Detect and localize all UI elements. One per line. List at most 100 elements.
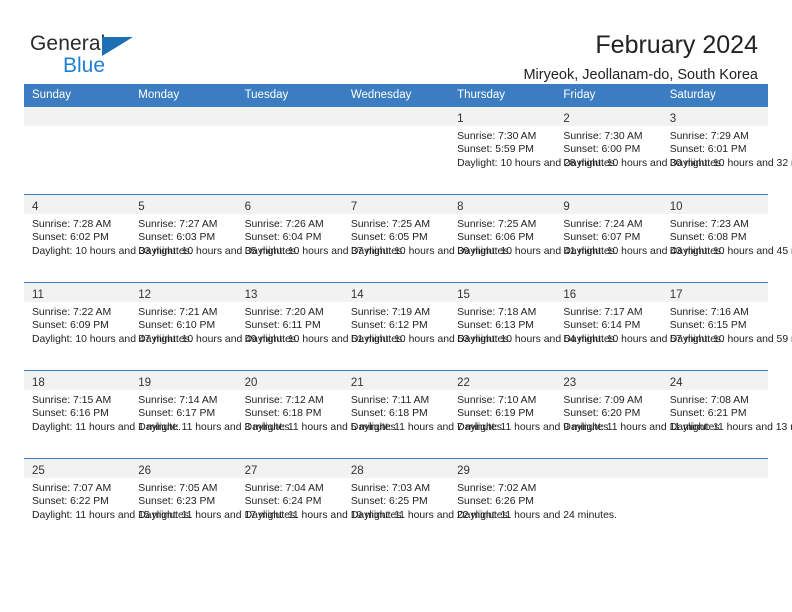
day-cell-inner: 21 Sunrise: 7:11 AM Sunset: 6:18 PM Dayligh… [342, 371, 505, 458]
calendar-day-cell[interactable]: 20 Sunrise: 7:12 AM Sunset: 6:18 PM Dayligh… [236, 370, 399, 459]
calendar-day-cell[interactable]: 8 Sunrise: 7:25 AM Sunset: 6:06 PM Daylight… [449, 194, 618, 283]
logo-text-general: General [30, 32, 106, 55]
daylight-text: Daylight: 10 hours and 32 minutes. [669, 157, 792, 169]
sunrise-text: Sunrise: 7:12 AM [244, 395, 324, 406]
calendar-day-cell[interactable]: 3 Sunrise: 7:29 AM Sunset: 6:01 PM Daylight… [661, 106, 792, 195]
day-number-band [661, 459, 768, 478]
day-cell-inner: 20 Sunrise: 7:12 AM Sunset: 6:18 PM Dayligh… [236, 371, 399, 458]
day-number-band [342, 107, 450, 126]
day-details: Sunrise: 7:21 AM Sunset: 6:10 PM Daylight:… [130, 302, 299, 346]
day-details: Sunrise: 7:25 AM Sunset: 6:05 PM Daylight:… [343, 214, 512, 258]
calendar-day-cell[interactable]: 13 Sunrise: 7:20 AM Sunset: 6:11 PM Dayligh… [236, 282, 405, 371]
daylight-text: Daylight: 11 hours and 1 minute. [32, 421, 181, 433]
calendar-day-cell[interactable]: 14 Sunrise: 7:19 AM Sunset: 6:12 PM Dayligh… [342, 282, 512, 371]
daylight-text: Daylight: 11 hours and 13 minutes. [669, 421, 792, 433]
day-cell-inner: 27 Sunrise: 7:04 AM Sunset: 6:24 PM Dayligh… [236, 459, 405, 547]
calendar-day-cell-empty [555, 458, 662, 547]
day-cell-inner: 10 Sunrise: 7:23 AM Sunset: 6:08 PM Dayligh… [661, 195, 792, 282]
logo-triangle-icon [102, 37, 133, 56]
weekday-header-friday: Friday [555, 84, 662, 107]
sunrise-text: Sunrise: 7:21 AM [138, 307, 218, 318]
sunrise-text: Sunrise: 7:02 AM [457, 483, 537, 494]
day-number: 24 [669, 377, 683, 389]
sunset-text: Sunset: 6:07 PM [563, 232, 641, 244]
sunrise-text: Sunrise: 7:09 AM [563, 395, 643, 406]
calendar-day-cell[interactable]: 22 Sunrise: 7:10 AM Sunset: 6:19 PM Dayligh… [449, 370, 612, 459]
calendar-day-cell[interactable]: 1 Sunrise: 7:30 AM Sunset: 5:59 PM Daylight… [449, 106, 618, 195]
day-cell-inner: 4 Sunrise: 7:28 AM Sunset: 6:02 PM Daylight… [24, 195, 193, 282]
calendar-day-cell[interactable]: 29 Sunrise: 7:02 AM Sunset: 6:26 PM Dayligh… [449, 458, 617, 547]
daylight-text: Daylight: 11 hours and 22 minutes. [350, 509, 511, 521]
day-details: Sunrise: 7:22 AM Sunset: 6:09 PM Daylight:… [24, 302, 193, 346]
sunrise-text: Sunrise: 7:11 AM [350, 395, 430, 406]
calendar-day-cell[interactable]: 26 Sunrise: 7:05 AM Sunset: 6:23 PM Dayligh… [130, 458, 298, 547]
calendar-week-row: 18 Sunrise: 7:15 AM Sunset: 6:16 PM Dayligh… [24, 370, 792, 459]
calendar-day-cell[interactable]: 24 Sunrise: 7:08 AM Sunset: 6:21 PM Dayligh… [661, 370, 792, 459]
sunrise-text: Sunrise: 7:18 AM [457, 307, 537, 318]
day-details: Sunrise: 7:05 AM Sunset: 6:23 PM Daylight:… [130, 478, 298, 522]
day-number: 6 [244, 201, 251, 213]
daylight-text: Daylight: 10 hours and 49 minutes. [138, 333, 299, 345]
sunset-text: Sunset: 6:01 PM [669, 144, 747, 156]
calendar-day-cell[interactable]: 7 Sunrise: 7:25 AM Sunset: 6:05 PM Daylight… [342, 194, 512, 283]
daylight-text: Daylight: 10 hours and 43 minutes. [563, 245, 724, 257]
calendar-day-cell[interactable]: 16 Sunrise: 7:17 AM Sunset: 6:14 PM Dayligh… [555, 282, 724, 371]
calendar-day-cell[interactable]: 27 Sunrise: 7:04 AM Sunset: 6:24 PM Dayligh… [236, 458, 405, 547]
day-number: 25 [32, 465, 45, 477]
calendar-day-cell[interactable]: 5 Sunrise: 7:27 AM Sunset: 6:03 PM Daylight… [130, 194, 299, 283]
day-details: Sunrise: 7:17 AM Sunset: 6:14 PM Daylight:… [555, 302, 724, 346]
day-number: 8 [457, 201, 464, 213]
calendar-day-cell[interactable]: 18 Sunrise: 7:15 AM Sunset: 6:16 PM Dayligh… [24, 370, 181, 459]
day-details: Sunrise: 7:25 AM Sunset: 6:06 PM Daylight:… [449, 214, 618, 258]
calendar-day-cell[interactable]: 19 Sunrise: 7:14 AM Sunset: 6:17 PM Dayligh… [130, 370, 292, 459]
calendar-day-cell[interactable]: 4 Sunrise: 7:28 AM Sunset: 6:02 PM Daylight… [24, 194, 193, 283]
calendar-day-cell[interactable]: 25 Sunrise: 7:07 AM Sunset: 6:22 PM Dayligh… [24, 458, 192, 547]
sunset-text: Sunset: 6:20 PM [563, 408, 641, 420]
day-number-band: 28 [342, 459, 450, 478]
sunset-text: Sunset: 6:24 PM [244, 496, 322, 508]
day-number: 29 [457, 465, 470, 477]
sunrise-text: Sunrise: 7:25 AM [457, 219, 537, 230]
sunrise-text: Sunrise: 7:17 AM [563, 307, 643, 318]
day-number-band: 23 [555, 371, 662, 390]
calendar-day-cell[interactable]: 9 Sunrise: 7:24 AM Sunset: 6:07 PM Daylight… [555, 194, 724, 283]
day-number-band: 19 [130, 371, 237, 390]
day-number: 26 [138, 465, 152, 477]
day-details: Sunrise: 7:04 AM Sunset: 6:24 PM Daylight:… [237, 478, 405, 522]
calendar-day-cell[interactable]: 15 Sunrise: 7:18 AM Sunset: 6:13 PM Dayligh… [449, 282, 618, 371]
sunrise-text: Sunrise: 7:25 AM [350, 219, 430, 230]
day-number-band: 10 [661, 195, 768, 214]
daylight-text: Daylight: 11 hours and 19 minutes. [244, 509, 405, 521]
day-number-band: 2 [555, 107, 662, 126]
sunset-text: Sunset: 6:08 PM [669, 232, 747, 244]
calendar-day-cell[interactable]: 12 Sunrise: 7:21 AM Sunset: 6:10 PM Dayligh… [130, 282, 299, 371]
calendar-day-cell[interactable]: 28 Sunrise: 7:03 AM Sunset: 6:25 PM Dayligh… [342, 458, 511, 547]
day-details: Sunrise: 7:02 AM Sunset: 6:26 PM Daylight:… [449, 478, 617, 522]
calendar-day-cell[interactable]: 23 Sunrise: 7:09 AM Sunset: 6:20 PM Dayligh… [555, 370, 722, 459]
sunrise-text: Sunrise: 7:22 AM [32, 307, 112, 318]
day-number-band: 4 [24, 195, 131, 214]
sunrise-text: Sunrise: 7:07 AM [32, 483, 112, 494]
daylight-text: Daylight: 11 hours and 9 minutes. [457, 421, 612, 433]
sunrise-text: Sunrise: 7:29 AM [669, 131, 749, 142]
sunrise-text: Sunrise: 7:23 AM [669, 219, 749, 230]
day-details: Sunrise: 7:24 AM Sunset: 6:07 PM Daylight:… [555, 214, 724, 258]
calendar-body: 1 Sunrise: 7:30 AM Sunset: 5:59 PM Daylight… [24, 106, 792, 547]
daylight-text: Daylight: 10 hours and 53 minutes. [350, 333, 512, 345]
calendar-day-cell[interactable]: 11 Sunrise: 7:22 AM Sunset: 6:09 PM Dayligh… [24, 282, 193, 371]
calendar-day-cell[interactable]: 6 Sunrise: 7:26 AM Sunset: 6:04 PM Daylight… [236, 194, 405, 283]
calendar-day-cell[interactable]: 10 Sunrise: 7:23 AM Sunset: 6:08 PM Dayligh… [661, 194, 792, 283]
calendar-day-cell[interactable]: 2 Sunrise: 7:30 AM Sunset: 6:00 PM Daylight… [555, 106, 724, 195]
calendar-day-cell[interactable]: 21 Sunrise: 7:11 AM Sunset: 6:18 PM Dayligh… [342, 370, 505, 459]
day-number: 18 [32, 377, 45, 389]
calendar-header-row: Sunday Monday Tuesday Wednesday Thursday Frid… [24, 84, 768, 107]
day-number-band: 15 [449, 283, 556, 302]
sunset-text: Sunset: 6:00 PM [563, 144, 641, 156]
day-details: Sunrise: 7:16 AM Sunset: 6:15 PM Daylight:… [662, 302, 792, 346]
sunset-text: Sunset: 6:22 PM [32, 496, 109, 508]
daylight-text: Daylight: 11 hours and 5 minutes. [244, 421, 399, 433]
calendar-day-cell[interactable]: 17 Sunrise: 7:16 AM Sunset: 6:15 PM Dayligh… [661, 282, 792, 371]
sunset-text: Sunset: 6:25 PM [350, 496, 428, 508]
day-number: 7 [350, 201, 358, 213]
day-number-band [130, 107, 237, 126]
